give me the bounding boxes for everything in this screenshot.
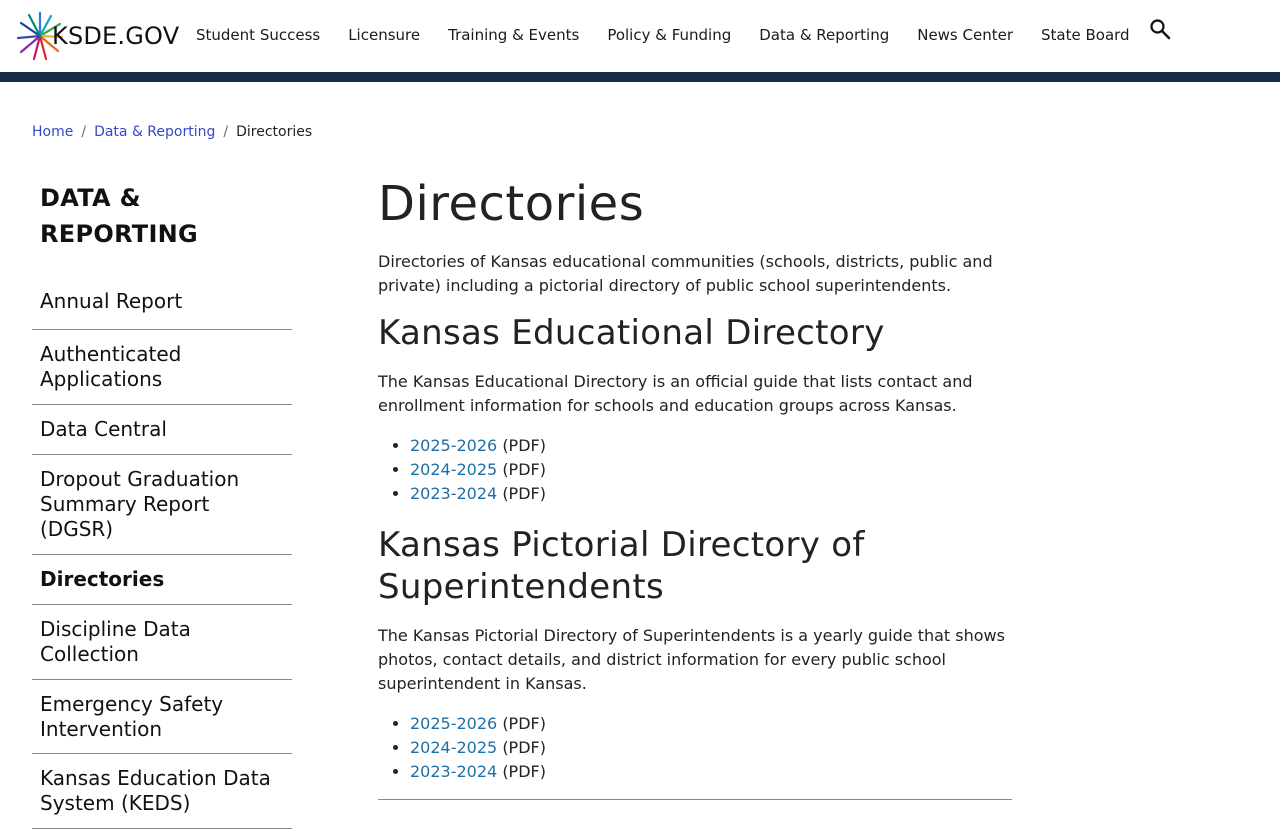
sidebar-item-data-central[interactable]: Data Central [32,405,292,455]
site-header: KSDE.GOV Student Success Licensure Train… [0,0,1280,72]
nav-news-center[interactable]: News Center [917,24,1013,46]
file-type: (PDF) [502,714,546,733]
sidebar-item-annual-report[interactable]: Annual Report [32,270,292,330]
pdf-link[interactable]: 2023-2024 [410,484,497,503]
list-item: 2023-2024 (PDF) [410,760,1012,784]
list-item: 2024-2025 (PDF) [410,736,1012,760]
breadcrumb-home[interactable]: Home [32,122,73,142]
search-icon[interactable] [1149,18,1171,40]
breadcrumb-data-reporting[interactable]: Data & Reporting [94,122,215,142]
breadcrumb-current: Directories [236,124,313,140]
main-content: Directories Directories of Kansas educat… [378,172,1012,784]
section-description: The Kansas Educational Directory is an o… [378,372,973,415]
file-type: (PDF) [502,460,546,479]
pdf-link[interactable]: 2025-2026 [410,714,497,733]
breadcrumb-separator: / [223,124,229,140]
sidebar-title: DATA & REPORTING [40,184,199,248]
ksde-logo-link[interactable]: KSDE.GOV [16,11,179,61]
intro-text: Directories of Kansas educational commun… [378,252,993,295]
nav-licensure[interactable]: Licensure [348,24,420,46]
sidebar-menu: Annual Report Authenticated Applications… [32,270,292,829]
pdf-link-list: 2025-2026 (PDF) 2024-2025 (PDF) 2023-202… [378,434,1012,506]
section-heading-pictorial-directory: Kansas Pictorial Directory of Superinten… [378,525,865,607]
list-item: 2025-2026 (PDF) [410,434,1012,458]
sidebar-item-authenticated-applications[interactable]: Authenticated Applications [32,330,292,405]
sidebar-item-emergency-safety-intervention[interactable]: Emergency Safety Intervention [32,680,292,754]
nav-student-success[interactable]: Student Success [196,24,320,46]
nav-policy-funding[interactable]: Policy & Funding [607,24,731,46]
pdf-link[interactable]: 2024-2025 [410,460,497,479]
sidebar-item-directories[interactable]: Directories [32,555,292,605]
pdf-link[interactable]: 2025-2026 [410,436,497,455]
section-heading-educational-directory: Kansas Educational Directory [378,313,885,353]
file-type: (PDF) [502,484,546,503]
section-description: The Kansas Pictorial Directory of Superi… [378,626,1005,693]
main-nav: Student Success Licensure Training & Eve… [196,24,1158,46]
nav-training-events[interactable]: Training & Events [448,24,579,46]
file-type: (PDF) [502,762,546,781]
file-type: (PDF) [502,738,546,757]
breadcrumb: Home / Data & Reporting / Directories [32,122,312,142]
nav-state-board[interactable]: State Board [1041,24,1130,46]
file-type: (PDF) [502,436,546,455]
sidebar-item-keds[interactable]: Kansas Education Data System (KEDS) [32,754,292,829]
pdf-link[interactable]: 2023-2024 [410,762,497,781]
header-accent-bar [0,72,1280,82]
nav-data-reporting[interactable]: Data & Reporting [759,24,889,46]
section-sidebar: DATA & REPORTING Annual Report Authentic… [32,180,292,829]
list-item: 2025-2026 (PDF) [410,712,1012,736]
pdf-link[interactable]: 2024-2025 [410,738,497,757]
list-item: 2024-2025 (PDF) [410,458,1012,482]
logo-text: KSDE.GOV [52,22,180,50]
pdf-link-list: 2025-2026 (PDF) 2024-2025 (PDF) 2023-202… [378,712,1012,784]
list-item: 2023-2024 (PDF) [410,482,1012,506]
page-title: Directories [378,176,645,232]
breadcrumb-separator: / [81,124,87,140]
sidebar-item-dgsr[interactable]: Dropout Graduation Summary Report (DGSR) [32,455,292,555]
sidebar-item-discipline-data-collection[interactable]: Discipline Data Collection [32,605,292,680]
